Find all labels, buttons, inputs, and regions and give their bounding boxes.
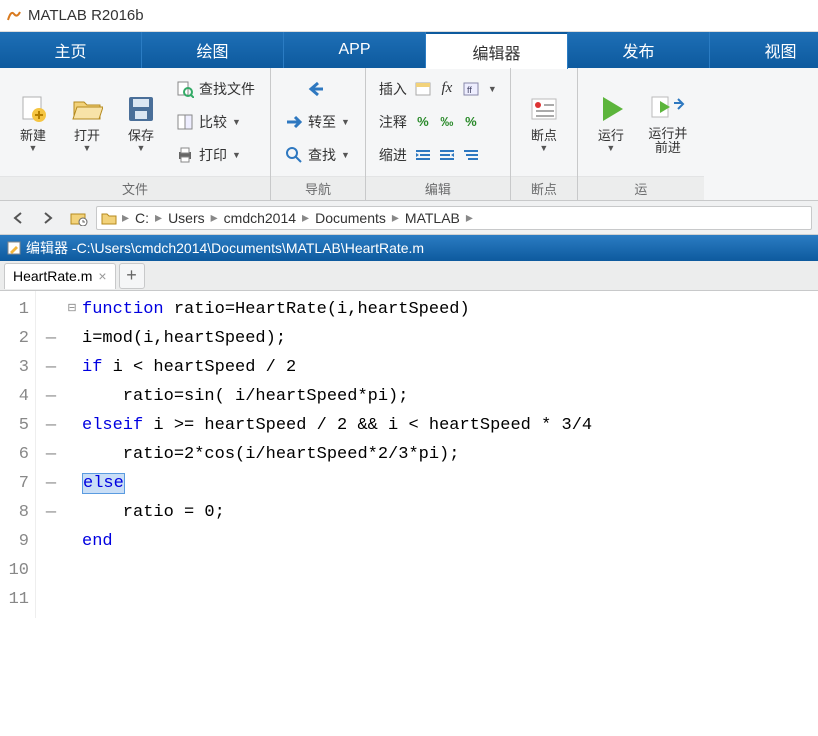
file-tabs: HeartRate.m × + bbox=[0, 261, 818, 291]
toolstrip: 新建 ▼ 打开 ▼ 保存 ▼ 查找文件 bbox=[0, 68, 818, 201]
toolgroup-file-label: 文件 bbox=[0, 176, 270, 200]
save-icon bbox=[123, 91, 159, 127]
arrow-back-icon bbox=[305, 79, 325, 99]
address-bar: ▸ C: ▸ Users ▸ cmdch2014 ▸ Documents ▸ M… bbox=[0, 201, 818, 235]
tab-view[interactable]: 视图 bbox=[710, 32, 818, 68]
goto-icon bbox=[284, 112, 304, 132]
app-title: MATLAB R2016b bbox=[28, 7, 144, 24]
dropdown-caret-icon: ▼ bbox=[488, 84, 497, 94]
breakpoints-button[interactable]: 断点 ▼ bbox=[517, 72, 571, 172]
file-tab-heartrate[interactable]: HeartRate.m × bbox=[4, 263, 116, 289]
toolgroup-breakpoints-label: 断点 bbox=[511, 176, 577, 200]
path-chevron-icon[interactable]: ▸ bbox=[153, 209, 164, 226]
nav-back-button[interactable] bbox=[277, 73, 357, 105]
find-button[interactable]: 查找 ▼ bbox=[277, 139, 357, 171]
main-tabstrip: 主页 绘图 APP 编辑器 发布 视图 bbox=[0, 32, 818, 68]
close-tab-icon[interactable]: × bbox=[98, 268, 106, 284]
file-tab-label: HeartRate.m bbox=[13, 268, 92, 284]
toolgroup-edit: 插入 fx ff ▼ 注释 % ‰ % 缩进 bbox=[366, 68, 511, 200]
nav-back-arrow[interactable] bbox=[6, 206, 32, 230]
indent-left-icon bbox=[437, 145, 457, 165]
path-chevron-icon[interactable]: ▸ bbox=[464, 209, 475, 226]
toolgroup-edit-label: 编辑 bbox=[366, 176, 510, 200]
findfiles-button[interactable]: 查找文件 bbox=[168, 73, 264, 105]
insert-fx-icon: fx bbox=[437, 79, 457, 99]
run-advance-button[interactable]: 运行并 前进 bbox=[638, 72, 698, 172]
path-seg-4[interactable]: MATLAB bbox=[401, 210, 464, 226]
line-number-gutter: 1234567891011 bbox=[0, 291, 36, 618]
path-box[interactable]: ▸ C: ▸ Users ▸ cmdch2014 ▸ Documents ▸ M… bbox=[96, 206, 812, 230]
tab-plots[interactable]: 绘图 bbox=[142, 32, 284, 68]
smart-indent-icon bbox=[461, 145, 481, 165]
save-button[interactable]: 保存 ▼ bbox=[114, 72, 168, 172]
editor-icon bbox=[6, 240, 22, 256]
dropdown-caret-icon: ▼ bbox=[29, 143, 38, 153]
toolgroup-file: 新建 ▼ 打开 ▼ 保存 ▼ 查找文件 bbox=[0, 68, 271, 200]
app-icon bbox=[6, 8, 22, 24]
toolgroup-nav-label: 导航 bbox=[271, 176, 365, 200]
open-button[interactable]: 打开 ▼ bbox=[60, 72, 114, 172]
new-button[interactable]: 新建 ▼ bbox=[6, 72, 60, 172]
run-button[interactable]: 运行 ▼ bbox=[584, 72, 638, 172]
toolgroup-nav: 转至 ▼ 查找 ▼ 导航 bbox=[271, 68, 366, 200]
toolgroup-run-label: 运 bbox=[578, 176, 704, 200]
run-icon bbox=[593, 91, 629, 127]
tab-apps[interactable]: APP bbox=[284, 32, 426, 68]
insert-button[interactable]: 插入 fx ff ▼ bbox=[372, 73, 504, 105]
editor-header-prefix: 编辑器 - bbox=[26, 238, 77, 258]
insert-var-icon: ff bbox=[461, 79, 481, 99]
compare-button[interactable]: 比较 ▼ bbox=[168, 106, 264, 138]
tab-editor[interactable]: 编辑器 bbox=[426, 32, 568, 69]
open-icon bbox=[69, 91, 105, 127]
dropdown-caret-icon: ▼ bbox=[232, 150, 241, 160]
recent-folders-button[interactable] bbox=[64, 206, 94, 230]
editor-header-path: C:\Users\cmdch2014\Documents\MATLAB\Hear… bbox=[77, 240, 425, 256]
breakpoint-marker-column[interactable]: ——————— bbox=[36, 291, 66, 618]
add-tab-button[interactable]: + bbox=[119, 263, 145, 289]
path-chevron-icon[interactable]: ▸ bbox=[120, 209, 131, 226]
run-advance-icon bbox=[650, 89, 686, 125]
goto-button[interactable]: 转至 ▼ bbox=[277, 106, 357, 138]
print-icon bbox=[175, 145, 195, 165]
path-chevron-icon[interactable]: ▸ bbox=[209, 209, 220, 226]
toolgroup-run: 运行 ▼ 运行并 前进 运 bbox=[578, 68, 704, 200]
path-chevron-icon[interactable]: ▸ bbox=[300, 209, 311, 226]
findfiles-icon bbox=[175, 79, 195, 99]
editor-header: 编辑器 - C:\Users\cmdch2014\Documents\MATLA… bbox=[0, 235, 818, 261]
dropdown-caret-icon: ▼ bbox=[341, 150, 350, 160]
path-chevron-icon[interactable]: ▸ bbox=[390, 209, 401, 226]
dropdown-caret-icon: ▼ bbox=[83, 143, 92, 153]
path-seg-2[interactable]: cmdch2014 bbox=[220, 210, 300, 226]
svg-text:ff: ff bbox=[467, 85, 472, 95]
dropdown-caret-icon: ▼ bbox=[232, 117, 241, 127]
title-bar: MATLAB R2016b bbox=[0, 0, 818, 32]
search-icon bbox=[284, 145, 304, 165]
nav-fwd-arrow[interactable] bbox=[34, 206, 60, 230]
path-seg-1[interactable]: Users bbox=[164, 210, 209, 226]
fold-column[interactable]: ⊟ bbox=[66, 291, 78, 618]
code-area[interactable]: 1234567891011 ——————— ⊟ function ratio=H… bbox=[0, 291, 818, 618]
path-seg-0[interactable]: C: bbox=[131, 210, 153, 226]
code-text[interactable]: function ratio=HeartRate(i,heartSpeed)i=… bbox=[78, 291, 818, 618]
dropdown-caret-icon: ▼ bbox=[137, 143, 146, 153]
insert-section-icon bbox=[413, 79, 433, 99]
folder-icon bbox=[101, 211, 117, 225]
tab-publish[interactable]: 发布 bbox=[568, 32, 710, 68]
toolgroup-breakpoints: 断点 ▼ 断点 bbox=[511, 68, 578, 200]
uncomment-icon: ‰ bbox=[437, 112, 457, 132]
comment-icon: % bbox=[413, 112, 433, 132]
dropdown-caret-icon: ▼ bbox=[606, 143, 615, 153]
dropdown-caret-icon: ▼ bbox=[341, 117, 350, 127]
new-icon bbox=[15, 91, 51, 127]
path-seg-3[interactable]: Documents bbox=[311, 210, 390, 226]
dropdown-caret-icon: ▼ bbox=[539, 143, 548, 153]
indent-button[interactable]: 缩进 bbox=[372, 139, 504, 171]
compare-icon bbox=[175, 112, 195, 132]
indent-right-icon bbox=[413, 145, 433, 165]
breakpoints-icon bbox=[526, 91, 562, 127]
comment-button[interactable]: 注释 % ‰ % bbox=[372, 106, 504, 138]
wrap-comment-icon: % bbox=[461, 112, 481, 132]
print-button[interactable]: 打印 ▼ bbox=[168, 139, 264, 171]
tab-home[interactable]: 主页 bbox=[0, 32, 142, 68]
